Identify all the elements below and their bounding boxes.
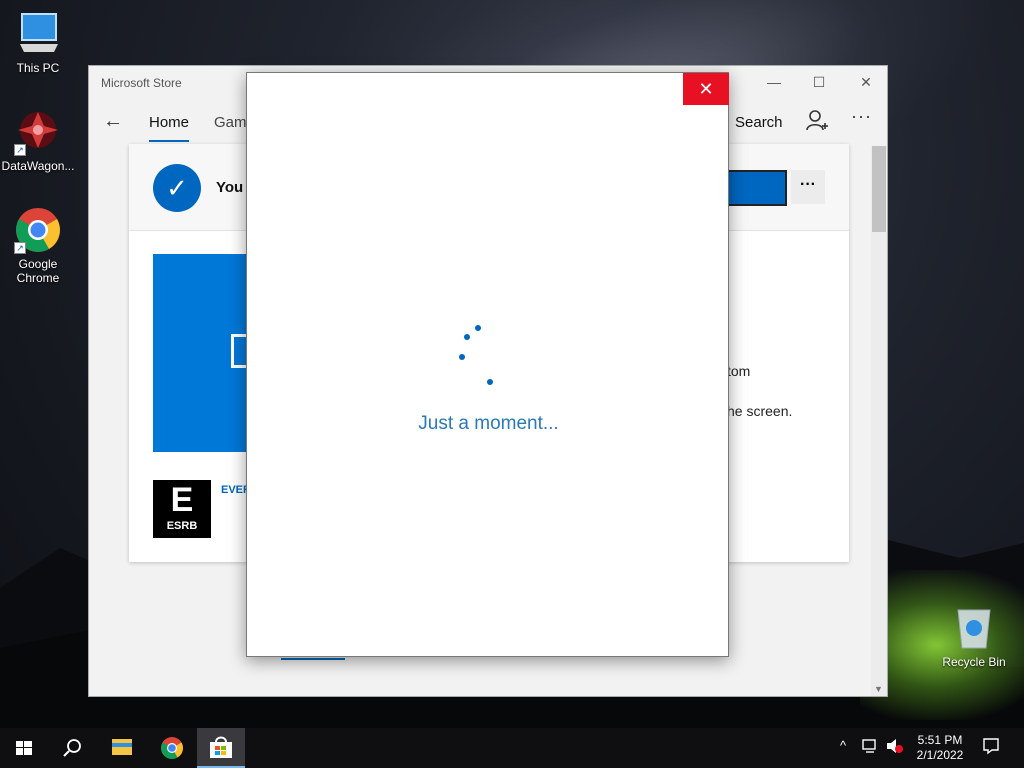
start-button[interactable] [0,728,48,768]
network-icon[interactable] [862,738,880,757]
esrb-rating-badge: E ESRB [153,480,211,538]
user-account-icon[interactable] [805,108,829,134]
spinner-dot [464,334,470,340]
desktop-icon-recycle-bin[interactable]: Recycle Bin [936,604,1012,669]
windows-logo-icon [16,741,32,755]
system-clock[interactable]: 5:51 PM 2/1/2022 [910,733,970,763]
description-line-1: tom [727,363,751,379]
more-options-button[interactable]: ··· [851,106,872,127]
back-arrow-icon[interactable]: ← [103,110,123,133]
scrollbar-thumb[interactable] [872,146,886,232]
section-tab-underline [281,658,345,660]
loading-text: Just a moment... [418,413,559,434]
vertical-scrollbar[interactable]: ▼ [871,146,887,696]
esrb-label: ESRB [166,520,198,532]
app-tile-image [153,254,253,452]
spinner-dot [487,379,493,385]
store-bag-icon [210,736,232,758]
tab-home[interactable]: Home [149,114,189,131]
volume-muted-icon[interactable] [886,738,904,757]
search-icon [63,739,81,757]
recycle-bin-icon [950,604,998,652]
spinner-dot [475,325,481,331]
datawagon-logo-icon: ↗ [14,108,62,156]
desktop-icon-datawagon[interactable]: ↗ DataWagon... [0,108,76,173]
file-explorer-taskbar-button[interactable] [98,728,146,768]
desktop-icon-google-chrome[interactable]: ↗ Google Chrome [0,206,76,285]
desktop-icon-this-pc[interactable]: This PC [0,10,76,75]
notification-center-icon[interactable] [982,737,1000,758]
monitor-icon [14,10,62,58]
close-window-button[interactable]: ✕ [851,72,881,92]
search-taskbar-button[interactable] [48,728,96,768]
description-line-2: he screen. [727,403,793,419]
desktop-icon-label: This PC [16,61,60,75]
install-launch-button[interactable] [727,170,787,206]
clock-date: 2/1/2022 [916,748,964,762]
store-taskbar-button[interactable] [197,728,245,768]
desktop-icon-label: Google Chrome [16,257,60,285]
desktop-icon-label: DataWagon... [1,159,75,173]
show-hidden-icons-button[interactable]: ^ [840,738,846,753]
tab-gaming[interactable]: Gami [214,114,250,131]
desktop-icon-label: Recycle Bin [942,655,1006,669]
tab-home-underline [149,140,189,142]
loading-dialog: ✕ Just a moment... [246,72,729,657]
clock-time: 5:51 PM [917,733,963,747]
chrome-icon [161,737,183,759]
dialog-close-button[interactable]: ✕ [683,73,729,105]
minimize-button[interactable]: — [759,72,789,92]
shortcut-arrow-icon: ↗ [14,242,26,254]
search-button[interactable]: Search [735,114,783,131]
loading-spinner-icon [453,323,493,393]
spinner-dot [459,354,465,360]
maximize-button[interactable]: ☐ [804,72,834,92]
chrome-taskbar-button[interactable] [148,728,196,768]
folder-icon [112,739,132,755]
window-title: Microsoft Store [101,76,182,90]
taskbar: ^ 5:51 PM 2/1/2022 [0,728,1024,768]
checkmark-icon: ✓ [153,164,201,212]
banner-more-options-button[interactable]: ··· [791,170,825,204]
scroll-down-icon[interactable]: ▼ [874,684,883,694]
esrb-letter: E [170,481,194,519]
chrome-icon: ↗ [14,206,62,254]
shortcut-arrow-icon: ↗ [14,144,26,156]
